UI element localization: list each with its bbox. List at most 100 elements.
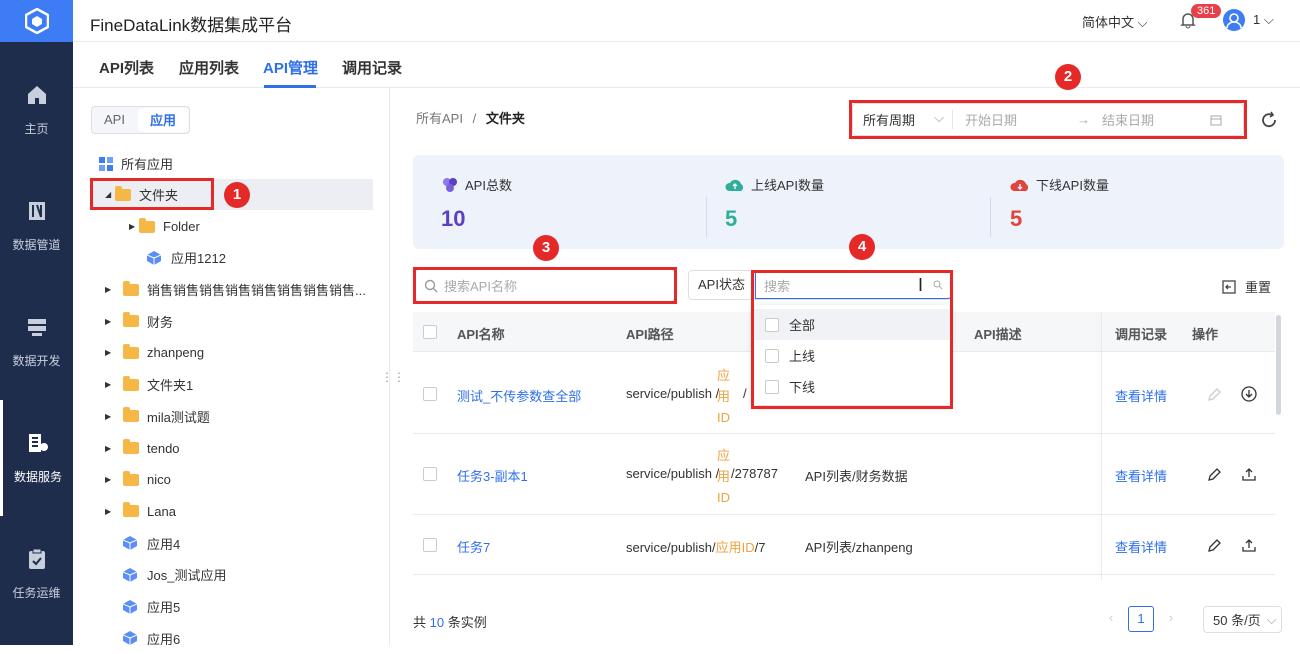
segment-app[interactable]: 应用 bbox=[137, 108, 188, 132]
tree-item[interactable]: 应用6 bbox=[73, 623, 390, 654]
select-all-checkbox[interactable] bbox=[423, 325, 437, 339]
nav-item-ops[interactable]: 任务运维 bbox=[0, 516, 73, 632]
view-details-link[interactable]: 查看详情 bbox=[1115, 386, 1167, 405]
pagination: ‹ 1 › bbox=[1098, 606, 1184, 632]
path-id: /278787 bbox=[731, 466, 779, 481]
fixed-column-divider bbox=[1101, 312, 1102, 580]
folder-icon bbox=[139, 217, 155, 233]
folder-icon bbox=[123, 502, 139, 518]
segment-toggle: API 应用 bbox=[91, 106, 190, 134]
tree-item[interactable]: ▶ Lana bbox=[73, 496, 390, 527]
row-checkbox[interactable] bbox=[423, 387, 437, 401]
pipeline-icon bbox=[28, 201, 45, 220]
tree-item[interactable]: ▶ nico bbox=[73, 464, 390, 495]
annotation-box-4 bbox=[751, 270, 953, 409]
app-logo[interactable] bbox=[0, 0, 73, 42]
stat-total: API总数 10 bbox=[441, 175, 512, 232]
api-path: service/publish / bbox=[626, 386, 720, 401]
total-suffix: 条实例 bbox=[447, 615, 487, 630]
chevron-down-icon: ⌵ bbox=[1266, 611, 1277, 627]
annotation-marker-1: 1 bbox=[224, 182, 250, 208]
tree-item-app[interactable]: 应用1212 bbox=[73, 242, 390, 273]
tree-item[interactable]: ▶ 财务 bbox=[73, 306, 390, 337]
notification-badge: 361 bbox=[1191, 4, 1222, 18]
path-id-value: 278787 bbox=[734, 466, 779, 481]
api-name-link[interactable]: 任务3-副本1 bbox=[457, 466, 528, 485]
tree-item[interactable]: 应用4 bbox=[73, 528, 390, 559]
prev-page-icon[interactable]: ‹ bbox=[1098, 606, 1124, 632]
path-app-id: 应用ID bbox=[717, 448, 731, 505]
stat-label: 下线API数量 bbox=[1036, 178, 1109, 193]
tree-item[interactable]: ▶ 文件夹1 bbox=[73, 369, 390, 400]
segment-api[interactable]: API bbox=[92, 107, 137, 133]
api-name-link[interactable]: 任务7 bbox=[457, 537, 490, 556]
tree-item[interactable]: Jos_测试应用 bbox=[73, 559, 390, 590]
column-header: API路径 bbox=[626, 327, 674, 342]
chevron-down-icon: ⌵ bbox=[1263, 12, 1274, 27]
api-name-link[interactable]: 测试_不传参数查全部 bbox=[457, 386, 581, 405]
tree-item-label: Lana bbox=[147, 503, 176, 519]
caret-right-icon: ▶ bbox=[129, 222, 136, 231]
tree-panel: API 应用 所有应用 ◢ 文件夹 ▶ Folder 应用1212 ▶ 销售销售销… bbox=[73, 88, 405, 647]
edit-icon[interactable] bbox=[1207, 538, 1222, 553]
reset-button[interactable]: 重置 bbox=[1222, 277, 1271, 296]
stat-divider bbox=[706, 197, 707, 237]
page-size-select[interactable]: 50 条/页 ⌵ bbox=[1203, 606, 1282, 633]
user-name: 1 bbox=[1253, 12, 1261, 27]
ops-icon bbox=[28, 548, 45, 569]
refresh-icon[interactable] bbox=[1260, 111, 1278, 129]
resize-handle[interactable]: ⋮⋮ bbox=[381, 370, 405, 384]
tree-item-label: tendo bbox=[147, 440, 180, 456]
tab-call-records[interactable]: 调用记录 bbox=[342, 57, 402, 78]
tab-api-manage[interactable]: API管理 bbox=[263, 57, 318, 78]
caret-right-icon: ▶ bbox=[105, 443, 112, 453]
breadcrumb-current: 文件夹 bbox=[485, 111, 525, 126]
tree-item-label: nico bbox=[147, 472, 171, 488]
view-details-link[interactable]: 查看详情 bbox=[1115, 466, 1167, 485]
tab-api-list[interactable]: API列表 bbox=[99, 57, 154, 78]
caret-right-icon: ▶ bbox=[105, 348, 112, 358]
nav-item-dev[interactable]: 数据开发 bbox=[0, 284, 73, 400]
nav-item-home[interactable]: 主页 bbox=[0, 52, 73, 168]
nav-item-service[interactable]: 数据服务 bbox=[0, 400, 73, 516]
language-selector[interactable]: 简体中文 ⌵ bbox=[1082, 12, 1148, 31]
chevron-down-icon: ⌵ bbox=[1137, 15, 1148, 30]
stat-offline: 下线API数量 5 bbox=[1010, 175, 1109, 232]
view-details-link[interactable]: 查看详情 bbox=[1115, 537, 1167, 556]
tree-item[interactable]: ▶ tendo bbox=[73, 433, 390, 464]
next-page-icon[interactable]: › bbox=[1158, 606, 1184, 632]
table-scrollbar[interactable] bbox=[1276, 315, 1281, 415]
path-app-id: 应用ID bbox=[715, 540, 755, 555]
user-menu[interactable]: 1 ⌵ bbox=[1253, 12, 1274, 28]
upload-icon[interactable] bbox=[1241, 466, 1257, 482]
nav-item-pipeline[interactable]: 数据管道 bbox=[0, 168, 73, 284]
top-bar: FineDataLink数据集成平台 简体中文 ⌵ 361 1 ⌵ bbox=[73, 0, 1300, 42]
tree-root[interactable]: 所有应用 bbox=[73, 148, 390, 179]
row-checkbox[interactable] bbox=[423, 538, 437, 552]
tree-item[interactable]: ▶ mila测试题 bbox=[73, 401, 390, 432]
edit-icon[interactable] bbox=[1207, 467, 1222, 482]
cloud-down-icon bbox=[1010, 179, 1029, 191]
avatar[interactable] bbox=[1223, 9, 1245, 31]
page-number[interactable]: 1 bbox=[1128, 606, 1154, 632]
path-prefix: service/publish bbox=[626, 386, 712, 401]
tabs-bar: API列表 应用列表 API管理 调用记录 bbox=[73, 42, 1300, 88]
folder-icon bbox=[123, 343, 139, 359]
breadcrumb-root[interactable]: 所有API bbox=[416, 111, 463, 126]
tree-item[interactable]: ▶ zhanpeng bbox=[73, 337, 390, 368]
cube-icon bbox=[147, 250, 161, 265]
tab-app-list[interactable]: 应用列表 bbox=[179, 57, 239, 78]
upload-icon[interactable] bbox=[1241, 537, 1257, 553]
path-prefix: service/publish bbox=[626, 540, 712, 555]
service-icon bbox=[29, 433, 48, 452]
caret-right-icon: ▶ bbox=[105, 380, 112, 390]
tree-item[interactable]: ▶ 销售销售销售销售销售销售销售销售... bbox=[73, 274, 390, 305]
cloud-up-icon bbox=[725, 179, 744, 191]
download-icon[interactable] bbox=[1241, 386, 1257, 402]
row-checkbox[interactable] bbox=[423, 467, 437, 481]
folder-icon bbox=[123, 312, 139, 328]
edit-icon[interactable] bbox=[1207, 387, 1222, 402]
tree-item[interactable]: 应用5 bbox=[73, 591, 390, 622]
tree-item-folder-sub[interactable]: ▶ Folder bbox=[73, 211, 390, 242]
caret-right-icon: ▶ bbox=[105, 316, 112, 326]
